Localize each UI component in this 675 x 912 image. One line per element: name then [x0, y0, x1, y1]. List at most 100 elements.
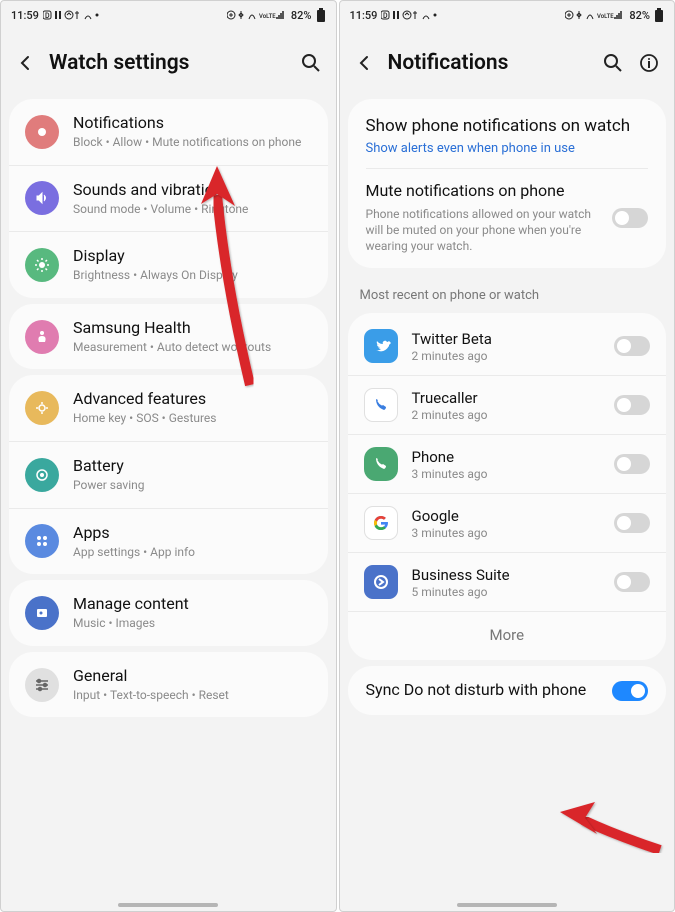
app-row-truecaller[interactable]: Truecaller 2 minutes ago — [348, 376, 667, 435]
clock: 11:59 — [350, 9, 378, 22]
nav-indicator[interactable] — [457, 903, 557, 907]
status-icons-right: VoLTE — [227, 9, 287, 21]
apps-card: Twitter Beta 2 minutes ago Truecaller 2 … — [348, 313, 667, 660]
app-time: 2 minutes ago — [412, 408, 601, 422]
status-icons-right: VoLTE — [565, 9, 625, 21]
svg-text:VoLTE: VoLTE — [259, 13, 276, 20]
svg-text:D: D — [45, 12, 50, 20]
nav-indicator[interactable] — [118, 903, 218, 907]
row-sub: Power saving — [73, 478, 312, 494]
row-title: Sounds and vibration — [73, 180, 312, 200]
row-sounds[interactable]: Sounds and vibration Sound mode • Volume… — [9, 166, 328, 233]
app-row-twitter[interactable]: Twitter Beta 2 minutes ago — [348, 317, 667, 376]
sync-toggle[interactable] — [612, 681, 648, 701]
app-row-phone[interactable]: Phone 3 minutes ago — [348, 435, 667, 494]
status-bar: 11:59 D VoLTE 82% — [340, 1, 675, 29]
search-icon[interactable] — [602, 52, 624, 74]
notifications-screen: 11:59 D VoLTE 82% Notifications Show pho… — [339, 0, 675, 912]
settings-card-1: Notifications Block • Allow • Mute notif… — [9, 99, 328, 298]
app-name: Business Suite — [412, 566, 601, 584]
back-button[interactable] — [354, 53, 374, 73]
mute-notifications-row[interactable]: Mute notifications on phone Phone notifi… — [366, 181, 649, 254]
app-toggle[interactable] — [614, 454, 650, 474]
google-icon — [364, 506, 398, 540]
app-toggle[interactable] — [614, 336, 650, 356]
row-sub: Input • Text-to-speech • Reset — [73, 688, 312, 704]
panel-link: Show alerts even when phone in use — [366, 141, 649, 156]
svg-text:D: D — [383, 12, 388, 20]
row-advanced[interactable]: Advanced features Home key • SOS • Gestu… — [9, 375, 328, 442]
row-sub: Brightness • Always On Display — [73, 268, 312, 284]
header: Notifications — [340, 29, 675, 93]
app-toggle[interactable] — [614, 513, 650, 533]
truecaller-icon — [364, 388, 398, 422]
app-row-business-suite[interactable]: Business Suite 5 minutes ago — [348, 553, 667, 612]
app-name: Truecaller — [412, 389, 601, 407]
battery-percent: 82% — [291, 9, 312, 22]
row-sub: Measurement • Auto detect workouts — [73, 340, 312, 356]
settings-card-2: Samsung Health Measurement • Auto detect… — [9, 304, 328, 370]
row-title: Apps — [73, 523, 312, 543]
row-sub: Sound mode • Volume • Ringtone — [73, 202, 312, 218]
page-title: Watch settings — [49, 51, 286, 75]
settings-card-4: Manage content Music • Images — [9, 580, 328, 646]
row-title: Advanced features — [73, 389, 312, 409]
section-label: Most recent on phone or watch — [340, 274, 675, 307]
settings-card-3: Advanced features Home key • SOS • Gestu… — [9, 375, 328, 574]
app-toggle[interactable] — [614, 572, 650, 592]
row-title: Samsung Health — [73, 318, 312, 338]
settings-card-5: General Input • Text-to-speech • Reset — [9, 652, 328, 718]
header: Watch settings — [1, 29, 336, 93]
business-suite-icon — [364, 565, 398, 599]
page-title: Notifications — [388, 51, 589, 75]
row-apps[interactable]: Apps App settings • App info — [9, 509, 328, 575]
more-button[interactable]: More — [348, 612, 667, 660]
row-content[interactable]: Manage content Music • Images — [9, 580, 328, 646]
row-title: Battery — [73, 456, 312, 476]
general-icon — [25, 668, 59, 702]
app-name: Phone — [412, 448, 601, 466]
app-time: 3 minutes ago — [412, 526, 601, 540]
info-icon[interactable] — [638, 52, 660, 74]
row-sub: App settings • App info — [73, 545, 312, 561]
phone-icon — [364, 447, 398, 481]
app-time: 2 minutes ago — [412, 349, 601, 363]
row-title: Manage content — [73, 594, 312, 614]
app-row-google[interactable]: Google 3 minutes ago — [348, 494, 667, 553]
show-notifications-panel[interactable]: Show phone notifications on watch Show a… — [348, 99, 667, 268]
status-bar: 11:59 D VoLTE 82% — [1, 1, 336, 29]
app-name: Google — [412, 507, 601, 525]
row-title: General — [73, 666, 312, 686]
health-icon — [25, 320, 59, 354]
display-icon — [25, 248, 59, 282]
content-icon — [25, 596, 59, 630]
row-general[interactable]: General Input • Text-to-speech • Reset — [9, 652, 328, 718]
panel-title: Show phone notifications on watch — [366, 115, 649, 137]
row-sub: Home key • SOS • Gestures — [73, 411, 312, 427]
back-button[interactable] — [15, 53, 35, 73]
battery-icon — [654, 8, 664, 22]
row-display[interactable]: Display Brightness • Always On Display — [9, 232, 328, 298]
mute-title: Mute notifications on phone — [366, 181, 601, 202]
row-title: Notifications — [73, 113, 312, 133]
app-toggle[interactable] — [614, 395, 650, 415]
clock: 11:59 — [11, 9, 39, 22]
sync-dnd-panel[interactable]: Sync Do not disturb with phone — [348, 666, 667, 715]
apps-icon — [25, 524, 59, 558]
app-name: Twitter Beta — [412, 330, 601, 348]
battery-percent: 82% — [629, 9, 650, 22]
row-notifications[interactable]: Notifications Block • Allow • Mute notif… — [9, 99, 328, 166]
mute-toggle[interactable] — [612, 208, 648, 228]
row-battery[interactable]: Battery Power saving — [9, 442, 328, 509]
watch-settings-screen: 11:59 D VoLTE 82% Watch settings Notific… — [0, 0, 337, 912]
sounds-icon — [25, 181, 59, 215]
app-time: 3 minutes ago — [412, 467, 601, 481]
battery-icon — [316, 8, 326, 22]
search-icon[interactable] — [300, 52, 322, 74]
advanced-icon — [25, 391, 59, 425]
row-health[interactable]: Samsung Health Measurement • Auto detect… — [9, 304, 328, 370]
mute-sub: Phone notifications allowed on your watc… — [366, 206, 601, 255]
twitter-icon — [364, 329, 398, 363]
app-time: 5 minutes ago — [412, 585, 601, 599]
row-sub: Block • Allow • Mute notifications on ph… — [73, 135, 312, 151]
